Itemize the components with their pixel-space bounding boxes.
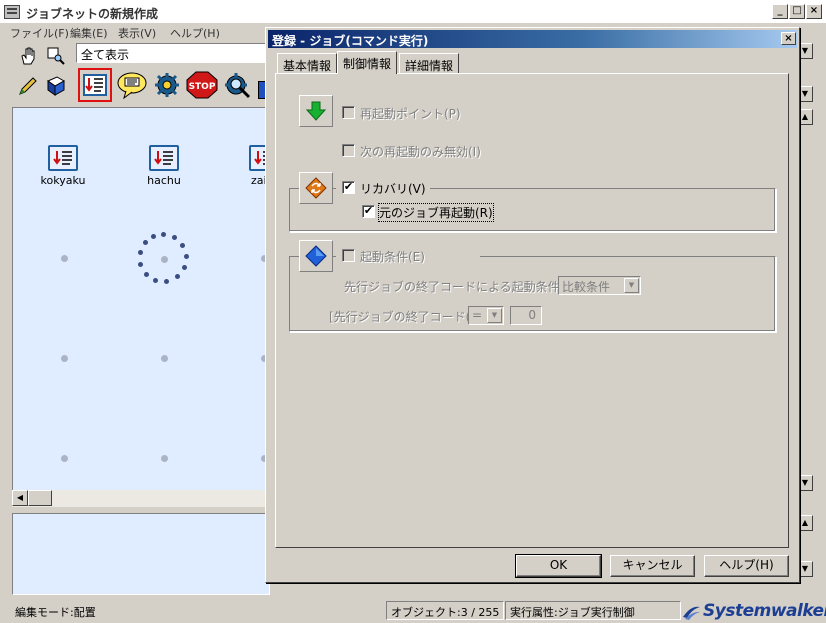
comparison-condition-value: 比較条件 xyxy=(562,280,611,294)
close-window-button[interactable]: × xyxy=(806,4,822,19)
start-condition-label: 起動条件(E) xyxy=(360,250,425,264)
start-condition-checkbox[interactable] xyxy=(342,249,355,262)
recovery-label: リカバリ(V) xyxy=(360,182,426,196)
dialog-titlebar: 登録 - ジョブ(コマンド実行) × xyxy=(268,30,797,48)
restart-point-icon xyxy=(299,95,333,127)
stop-job-icon[interactable]: STOP xyxy=(186,71,218,99)
message-job-icon[interactable] xyxy=(116,71,148,100)
view-filter-combo[interactable]: 全て表示 xyxy=(76,43,276,63)
grid-dot xyxy=(161,455,168,462)
menubar: ファイル(F) 編集(E) 表示(V) ヘルプ(H) xyxy=(0,24,270,41)
job-label: kokyaku xyxy=(40,174,86,187)
grid-dot xyxy=(161,355,168,362)
systemwalker-swoosh-icon xyxy=(683,606,700,620)
preceding-code-label: [先行ジョブの終了コード(O)] xyxy=(329,310,490,324)
svg-text:STOP: STOP xyxy=(189,82,216,92)
restart-point-label: 再起動ポイント(P) xyxy=(360,107,461,121)
recovery-icon xyxy=(299,172,333,204)
operator-select[interactable]: = ▼ xyxy=(468,306,504,325)
busy-spinner-icon xyxy=(137,232,191,286)
chevron-down-icon: ▼ xyxy=(487,308,502,323)
job-label: hachu xyxy=(147,174,181,187)
gear-job-icon[interactable] xyxy=(152,71,182,99)
grid-dot xyxy=(61,255,68,262)
main-titlebar: ジョブネットの新規作成 _ □ × xyxy=(0,0,826,24)
logo-text: Systemwalker xyxy=(703,601,826,621)
restart-point-checkbox[interactable] xyxy=(342,106,355,119)
command-job-icon xyxy=(83,74,107,96)
dialog-close-button[interactable]: × xyxy=(781,32,796,45)
monitor-job-icon[interactable] xyxy=(222,71,254,99)
status-exec-attribute: 実行属性:ジョブ実行制御 xyxy=(505,601,681,620)
help-button[interactable]: ヘルプ(H) xyxy=(704,555,789,577)
dialog-title: 登録 - ジョブ(コマンド実行) xyxy=(272,34,429,48)
next-restart-disable-checkbox[interactable] xyxy=(342,144,355,157)
app-icon xyxy=(4,5,20,19)
scroll-thumb[interactable] xyxy=(28,490,52,506)
condition-by-code-label: 先行ジョブの終了コードによる起動条件(C): xyxy=(344,280,582,294)
zoom-select-icon[interactable] xyxy=(42,43,70,69)
pencil-icon[interactable] xyxy=(14,73,42,99)
menu-help[interactable]: ヘルプ(H) xyxy=(170,25,220,41)
message-pane xyxy=(12,513,270,595)
recovery-checkbox[interactable]: ✔ xyxy=(342,181,355,194)
tab-control-info[interactable]: 制御情報 xyxy=(337,51,398,74)
command-job-tool-selected[interactable] xyxy=(78,68,112,102)
start-condition-icon xyxy=(299,240,333,272)
hand-tool-icon[interactable] xyxy=(14,43,42,69)
menu-edit[interactable]: 編集(E) xyxy=(70,25,108,41)
jobnet-canvas[interactable]: kokyaku hachu zai xyxy=(12,107,274,492)
tab-basic-info[interactable]: 基本情報 xyxy=(277,53,338,73)
grid-dot xyxy=(61,455,68,462)
operator-value: = xyxy=(472,308,483,322)
exit-code-input[interactable]: 0 xyxy=(510,306,542,325)
comparison-condition-select[interactable]: 比較条件 ▼ xyxy=(558,276,641,295)
minimize-button[interactable]: _ xyxy=(772,4,788,19)
chevron-down-icon: ▼ xyxy=(624,278,639,293)
tab-detail-info[interactable]: 詳細情報 xyxy=(399,53,460,73)
ok-button[interactable]: OK xyxy=(515,554,602,578)
book-icon[interactable] xyxy=(42,73,70,99)
grid-dot xyxy=(61,355,68,362)
command-job-icon xyxy=(149,145,179,171)
job-node-kokyaku[interactable]: kokyaku xyxy=(33,145,93,187)
maximize-button[interactable]: □ xyxy=(789,4,805,19)
cancel-button[interactable]: キャンセル xyxy=(610,555,695,577)
menu-file[interactable]: ファイル(F) xyxy=(10,25,69,41)
main-window-title: ジョブネットの新規作成 xyxy=(26,7,159,21)
canvas-horizontal-scrollbar[interactable]: ◀ xyxy=(12,490,270,507)
menu-view[interactable]: 表示(V) xyxy=(118,25,156,41)
command-job-icon xyxy=(48,145,78,171)
status-object-count: オブジェクト:3 / 255 xyxy=(386,601,504,620)
status-mode: 編集モード:配置 xyxy=(15,606,96,619)
job-node-hachu[interactable]: hachu xyxy=(134,145,194,187)
restart-original-job-label: 元のジョブ再起動(R) xyxy=(378,203,494,222)
restart-original-job-checkbox[interactable]: ✔ xyxy=(362,205,375,218)
control-info-panel: 再起動ポイント(P) 次の再起動のみ無効(I) ✔ リカバリ(V) ✔ 元のジョ… xyxy=(275,73,789,548)
next-restart-disable-label: 次の再起動のみ無効(I) xyxy=(360,145,481,159)
job-registration-dialog: 登録 - ジョブ(コマンド実行) × 基本情報 制御情報 詳細情報 再起動ポイン… xyxy=(265,27,800,583)
scroll-left-button[interactable]: ◀ xyxy=(12,490,28,506)
